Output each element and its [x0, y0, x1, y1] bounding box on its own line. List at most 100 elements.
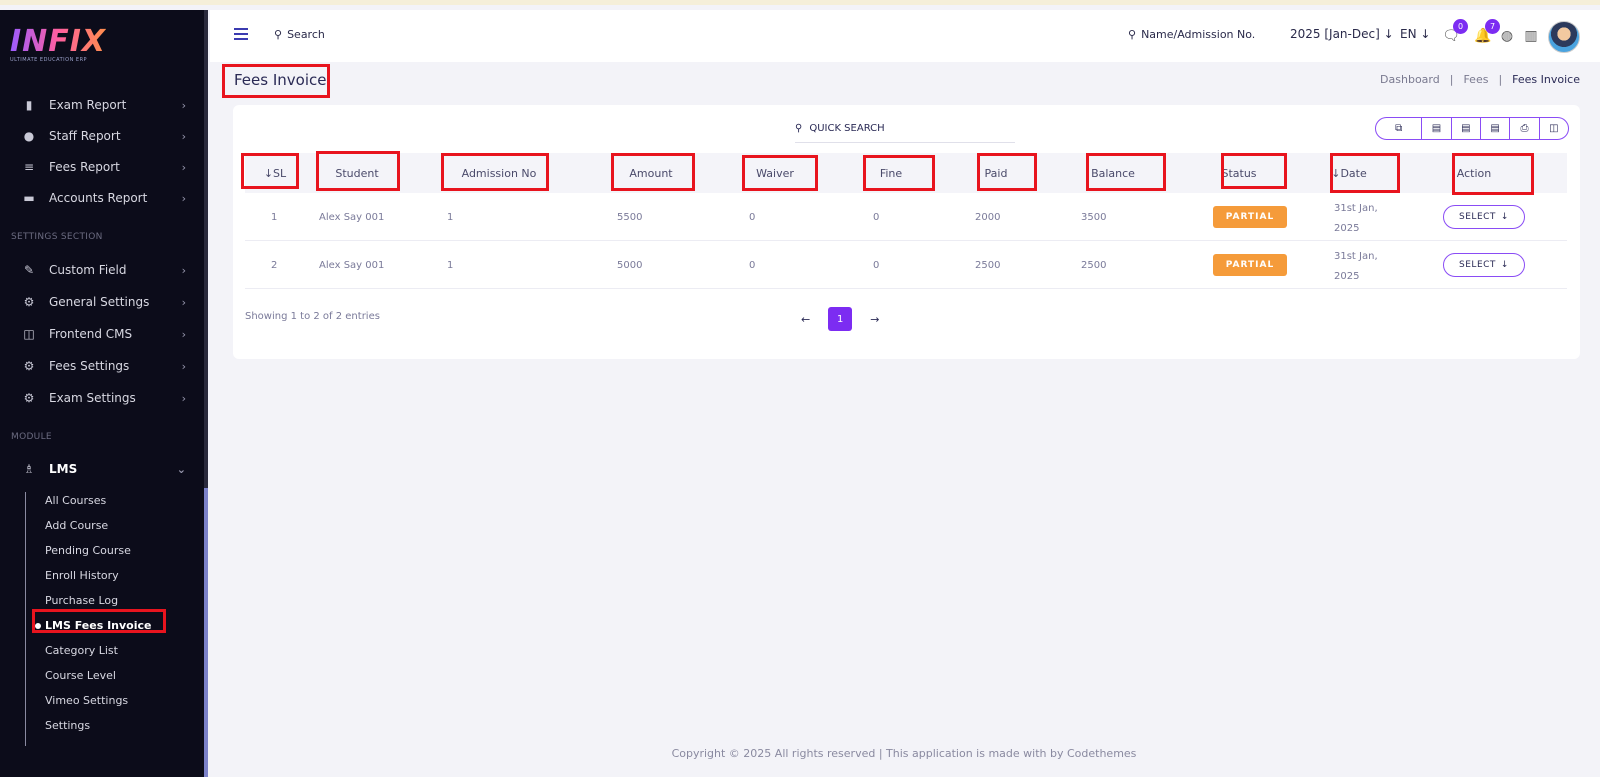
sidebar-item-fees-settings[interactable]: ⚙ Fees Settings › [0, 354, 200, 378]
search-icon: ⚲ [795, 123, 803, 134]
messages-button[interactable]: 🗨 0 [1442, 19, 1468, 45]
csv-icon: ▤ [1461, 123, 1471, 134]
cell-paid: 2500 [975, 259, 1001, 271]
notifications-button[interactable]: 🔔 7 [1474, 19, 1500, 45]
breadcrumb-current: Fees Invoice [1512, 73, 1580, 86]
status-badge: PARTIAL [1213, 254, 1287, 276]
pdf-button[interactable]: ▤ [1479, 118, 1509, 139]
hamburger-menu-icon[interactable] [234, 28, 248, 40]
global-search-label: Search [287, 28, 325, 41]
submenu-item-settings[interactable]: Settings [45, 717, 90, 735]
logo-text: INFIX [10, 24, 107, 59]
sidebar-item-lms[interactable]: ♗ LMS ⌄ [0, 457, 200, 481]
chevron-right-icon: › [181, 160, 186, 174]
sidebar-item-label: Exam Report [49, 98, 127, 112]
quick-search-input[interactable]: ⚲ QUICK SEARCH [795, 115, 1015, 143]
website-button[interactable]: ◍ [1498, 27, 1516, 45]
settings-section-label: SETTINGS SECTION [11, 232, 103, 242]
status-badge: PARTIAL [1213, 206, 1287, 228]
highlight-box [977, 153, 1037, 191]
sidebar-item-general-settings[interactable]: ⚙ General Settings › [0, 290, 200, 314]
chevron-right-icon: › [181, 98, 186, 112]
highlight-box [1221, 153, 1287, 189]
breadcrumb-dashboard[interactable]: Dashboard [1380, 73, 1440, 86]
custom-field-icon: ✎ [23, 263, 35, 277]
session-value: 2025 [Jan-Dec] [1290, 27, 1380, 41]
pagination: ← 1 → [801, 307, 879, 331]
breadcrumb-fees[interactable]: Fees [1463, 73, 1488, 86]
session-select[interactable]: 2025 [Jan-Dec] ↓ [1290, 27, 1394, 41]
print-button[interactable]: ⎙ [1509, 118, 1538, 139]
cell-balance: 2500 [1081, 259, 1107, 271]
breadcrumb: Dashboard | Fees | Fees Invoice [1380, 73, 1580, 86]
sidebar-item-label: General Settings [49, 295, 150, 309]
cell-fine: 0 [873, 211, 880, 223]
cell-sl: 2 [271, 259, 278, 271]
previous-page-icon[interactable]: ← [801, 313, 810, 326]
excel-button[interactable]: ▤ [1421, 118, 1450, 139]
sidebar-item-fees-report[interactable]: ≡ Fees Report › [0, 155, 200, 179]
cell-action: SELECT ↓ [1443, 193, 1525, 241]
submenu-item-purchase-log[interactable]: Purchase Log [45, 592, 118, 610]
date-line1: 31st Jan, [1334, 203, 1378, 214]
highlight-box [222, 64, 330, 98]
entries-info: Showing 1 to 2 of 2 entries [245, 311, 380, 322]
arrow-down-icon: ↓ [1383, 27, 1394, 41]
next-page-icon[interactable]: → [870, 313, 879, 326]
cell-student[interactable]: Alex Say 001 [319, 193, 384, 241]
highlight-box [742, 155, 818, 191]
export-button-group: ⧉ ▤ ▤ ▤ ⎙ ◫ [1375, 117, 1569, 140]
global-search[interactable]: ⚲ Search [274, 28, 325, 41]
highlight-box [441, 153, 549, 191]
submenu-item-all-courses[interactable]: All Courses [45, 492, 106, 510]
submenu-item-enroll-history[interactable]: Enroll History [45, 567, 119, 585]
language-select[interactable]: EN ↓ [1400, 27, 1430, 41]
sidebar-item-label: Staff Report [49, 129, 121, 143]
csv-button[interactable]: ▤ [1450, 118, 1480, 139]
cell-amount: 5000 [617, 259, 643, 271]
cell-date: 31st Jan, 2025 [1334, 241, 1378, 289]
submenu-item-add-course[interactable]: Add Course [45, 517, 108, 535]
submenu-item-vimeo-settings[interactable]: Vimeo Settings [45, 692, 128, 710]
submenu-item-course-level[interactable]: Course Level [45, 667, 116, 685]
cell-action: SELECT ↓ [1443, 241, 1525, 289]
select-action-button[interactable]: SELECT ↓ [1443, 205, 1525, 229]
sidebar-item-label: Custom Field [49, 263, 127, 277]
columns-icon: ◫ [1549, 123, 1559, 134]
highlight-box [611, 153, 695, 191]
search-icon: ⚲ [274, 28, 283, 41]
sidebar-item-staff-report[interactable]: ● Staff Report › [0, 124, 200, 148]
student-search[interactable]: ⚲ Name/Admission No. [1128, 28, 1255, 41]
sidebar-item-exam-report[interactable]: ▮ Exam Report › [0, 93, 200, 117]
cell-student[interactable]: Alex Say 001 [319, 241, 384, 289]
reports-button[interactable]: ▥ [1522, 27, 1540, 45]
sidebar-item-frontend-cms[interactable]: ◫ Frontend CMS › [0, 322, 200, 346]
cell-amount: 5500 [617, 211, 643, 223]
sidebar-scrollbar[interactable] [204, 488, 208, 777]
cell-status: PARTIAL [1213, 193, 1287, 241]
submenu-item-pending-course[interactable]: Pending Course [45, 542, 131, 560]
cell-waiver: 0 [749, 259, 756, 271]
date-line2: 2025 [1334, 271, 1360, 282]
sidebar-item-custom-field[interactable]: ✎ Custom Field › [0, 258, 200, 282]
logo[interactable]: INFIX ULTIMATE EDUCATION ERP [10, 24, 106, 63]
sidebar-item-label: Exam Settings [49, 391, 136, 405]
invoice-table-card: ⚲ QUICK SEARCH ⧉ ▤ ▤ ▤ ⎙ ◫ ↓ SL Student A… [233, 105, 1580, 359]
book-icon: ▮ [25, 98, 33, 112]
columns-button[interactable]: ◫ [1538, 118, 1568, 139]
chevron-right-icon: › [181, 263, 186, 277]
highlight-box [1086, 153, 1166, 191]
page-button-current[interactable]: 1 [828, 307, 853, 331]
messages-badge: 0 [1453, 19, 1468, 34]
cell-fine: 0 [873, 259, 880, 271]
select-action-button[interactable]: SELECT ↓ [1443, 253, 1525, 277]
submenu-item-category-list[interactable]: Category List [45, 642, 118, 660]
topbar: ⚲ Search ⚲ Name/Admission No. 2025 [Jan-… [210, 10, 1600, 62]
sidebar-item-exam-settings[interactable]: ⚙ Exam Settings › [0, 386, 200, 410]
sidebar-item-label: Frontend CMS [49, 327, 133, 341]
sidebar-item-accounts-report[interactable]: ▬ Accounts Report › [0, 186, 200, 210]
avatar[interactable] [1548, 21, 1580, 53]
copy-button[interactable]: ⧉ [1376, 118, 1421, 139]
cell-waiver: 0 [749, 211, 756, 223]
language-value: EN [1400, 27, 1417, 41]
